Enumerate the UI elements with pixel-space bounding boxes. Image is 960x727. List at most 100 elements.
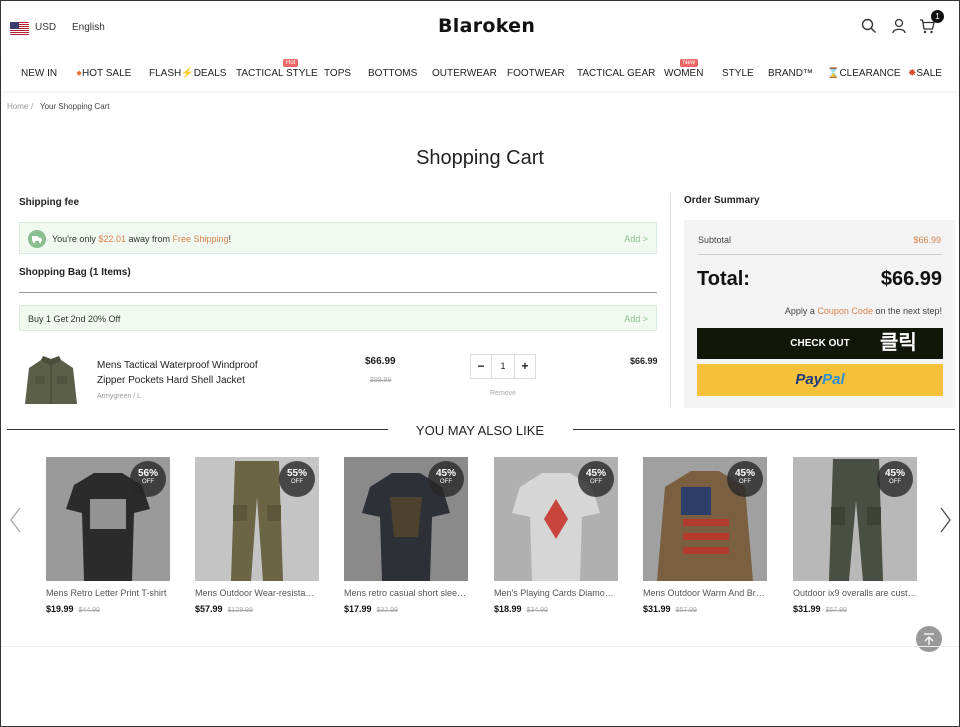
discount-badge: 45% OFF xyxy=(428,461,464,497)
hot-tag: Hot xyxy=(283,59,299,67)
nav-item-new-in[interactable]: NEW IN xyxy=(21,68,57,79)
product-card[interactable]: 45%OFF Men's Playing Cards Diamond Print… xyxy=(494,457,618,614)
promo-text: Buy 1 Get 2nd 20% Off xyxy=(28,314,121,324)
order-summary-panel: Subtotal $66.99 Total: $66.99 Apply a Co… xyxy=(684,220,955,408)
product-image[interactable]: 56% OFF xyxy=(46,457,170,581)
product-image[interactable]: 45% OFF xyxy=(793,457,917,581)
free-shipping-banner: You're only $22.01 away from Free Shippi… xyxy=(19,222,657,254)
page-title: Shopping Cart xyxy=(416,147,544,169)
free-shipping-message: You're only $22.01 away from Free Shippi… xyxy=(52,234,232,244)
column-divider xyxy=(670,193,671,407)
quantity-decrease-button[interactable]: − xyxy=(471,355,492,378)
carousel-prev-icon[interactable] xyxy=(8,506,24,534)
divider xyxy=(19,292,657,293)
coupon-note: Apply a Coupon Code on the next step! xyxy=(784,306,942,316)
nav-item-women[interactable]: WOMEN New xyxy=(664,59,703,79)
us-flag-icon[interactable] xyxy=(10,22,29,35)
shipping-add-link[interactable]: Add > xyxy=(624,234,648,244)
product-image[interactable]: 55% OFF xyxy=(195,457,319,581)
product-name[interactable]: Mens Outdoor Warm And Breathable Jacket xyxy=(643,588,767,598)
main-nav: NEW IN ●HOT SALE FLASH⚡DEALS TACTICAL ST… xyxy=(1,55,959,91)
arrow-up-icon xyxy=(924,633,934,645)
nav-item-bottoms[interactable]: BOTTOMS xyxy=(368,68,417,79)
product-name[interactable]: Men's Playing Cards Diamond Print T-shir… xyxy=(494,588,618,598)
product-card[interactable]: 45%OFF Outdoor ix9 overalls are customiz… xyxy=(793,457,917,614)
promo-add-link[interactable]: Add > xyxy=(624,314,648,324)
subtotal-value: $66.99 xyxy=(913,235,941,245)
discount-badge: 45% OFF xyxy=(578,461,614,497)
cart-count-badge: 1 xyxy=(931,10,944,23)
nav-item-tactical-gear[interactable]: TACTICAL GEAR xyxy=(577,68,655,79)
quantity-value[interactable]: 1 xyxy=(492,355,514,378)
currency-selector[interactable]: USD xyxy=(35,22,56,33)
free-shipping-link[interactable]: Free Shipping xyxy=(172,234,228,244)
nav-item-tactical-style[interactable]: TACTICAL STYLE Hot xyxy=(236,59,318,79)
product-image[interactable]: 45% OFF xyxy=(344,457,468,581)
order-summary-heading: Order Summary xyxy=(684,195,760,206)
product-price: $31.99 $57.99 xyxy=(643,604,697,614)
total-value: $66.99 xyxy=(880,268,942,290)
discount-badge: 45% OFF xyxy=(727,461,763,497)
product-image[interactable]: 45% OFF xyxy=(643,457,767,581)
product-price: $17.99 $32.99 xyxy=(344,604,398,614)
product-price: $19.99 $44.99 xyxy=(46,604,100,614)
product-card[interactable]: 56% OFF Mens Retro Letter Print T-shirt $… xyxy=(46,457,170,614)
total-label: Total: xyxy=(697,268,750,290)
cart-item-price: $66.99 xyxy=(365,356,396,367)
product-card[interactable]: 45%OFF Mens Outdoor Warm And Breathable … xyxy=(643,457,767,614)
remaining-amount: $22.01 xyxy=(98,234,126,244)
product-name[interactable]: Mens Outdoor Wear-resistant Multi-Pocket… xyxy=(195,588,319,598)
product-name[interactable]: Mens Retro Letter Print T-shirt xyxy=(46,588,170,598)
account-icon[interactable] xyxy=(891,18,907,34)
breadcrumb-separator: / xyxy=(31,102,34,111)
product-image[interactable]: 45% OFF xyxy=(494,457,618,581)
product-name[interactable]: Outdoor ix9 overalls are customized tact… xyxy=(793,588,917,598)
search-icon[interactable] xyxy=(861,18,877,34)
shopping-bag-heading: Shopping Bag (1 Items) xyxy=(19,267,131,278)
nav-item-hot-sale[interactable]: ●HOT SALE xyxy=(76,68,131,79)
cart-item-name[interactable]: Mens Tactical Waterproof Windproof Zipper… xyxy=(97,358,297,388)
quantity-increase-button[interactable]: + xyxy=(514,355,535,378)
nav-item-outerwear[interactable]: OUTERWEAR xyxy=(432,68,497,79)
shipping-fee-heading: Shipping fee xyxy=(19,197,79,208)
product-card[interactable]: 45%OFF Mens retro casual short sleeve T-… xyxy=(344,457,468,614)
nav-item-clearance[interactable]: ⌛CLEARANCE xyxy=(827,68,901,79)
cart-item-total: $66.99 xyxy=(630,356,658,366)
coupon-code-link[interactable]: Coupon Code xyxy=(817,306,873,316)
remove-item-link[interactable]: Remove xyxy=(490,390,516,397)
discount-badge: 56% OFF xyxy=(130,461,166,497)
cart-item-variant: Armygreen / L xyxy=(97,393,141,400)
nav-item-brand[interactable]: BRAND™ xyxy=(768,68,813,79)
site-logo[interactable]: Blaroken xyxy=(438,15,535,37)
top-bar: USD English Blaroken 1 xyxy=(1,1,959,55)
product-name[interactable]: Mens retro casual short sleeve T-shirt xyxy=(344,588,468,598)
subtotal-label: Subtotal xyxy=(698,235,732,245)
promo-banner: Buy 1 Get 2nd 20% Off Add > xyxy=(19,305,657,331)
nav-item-style[interactable]: STYLE xyxy=(722,68,754,79)
lightning-icon: ⚡ xyxy=(181,68,194,79)
product-price: $57.99 $128.99 xyxy=(195,604,253,614)
cart-item-old-price: $99.99 xyxy=(370,377,392,384)
checkout-button[interactable]: CHECK OUT 클릭 xyxy=(697,328,943,359)
nav-item-tops[interactable]: TOPS xyxy=(324,68,351,79)
nav-item-sale[interactable]: ✸SALE xyxy=(908,68,942,79)
breadcrumb-home[interactable]: Home xyxy=(7,102,28,111)
new-tag: New xyxy=(680,59,699,67)
language-selector[interactable]: English xyxy=(72,22,105,33)
cart-item-image[interactable] xyxy=(21,354,81,404)
discount-badge: 45% OFF xyxy=(877,461,913,497)
discount-badge: 55% OFF xyxy=(279,461,315,497)
recommend-heading: YOU MAY ALSO LIKE xyxy=(415,423,545,438)
hourglass-icon: ⌛ xyxy=(827,68,840,79)
carousel-next-icon[interactable] xyxy=(937,506,953,534)
footer-divider xyxy=(1,646,959,647)
breadcrumb-current: Your Shopping Cart xyxy=(40,102,110,111)
paypal-button[interactable]: PayPal xyxy=(697,364,943,396)
nav-item-flash-deals[interactable]: FLASH⚡DEALS xyxy=(149,68,226,79)
click-annotation: 클릭 xyxy=(880,332,917,354)
product-card[interactable]: 55%OFF Mens Outdoor Wear-resistant Multi… xyxy=(195,457,319,614)
quantity-stepper: − 1 + xyxy=(470,354,536,379)
back-to-top-button[interactable] xyxy=(916,626,942,652)
product-price: $31.99 $57.99 xyxy=(793,604,847,614)
nav-item-footwear[interactable]: FOOTWEAR xyxy=(507,68,565,79)
